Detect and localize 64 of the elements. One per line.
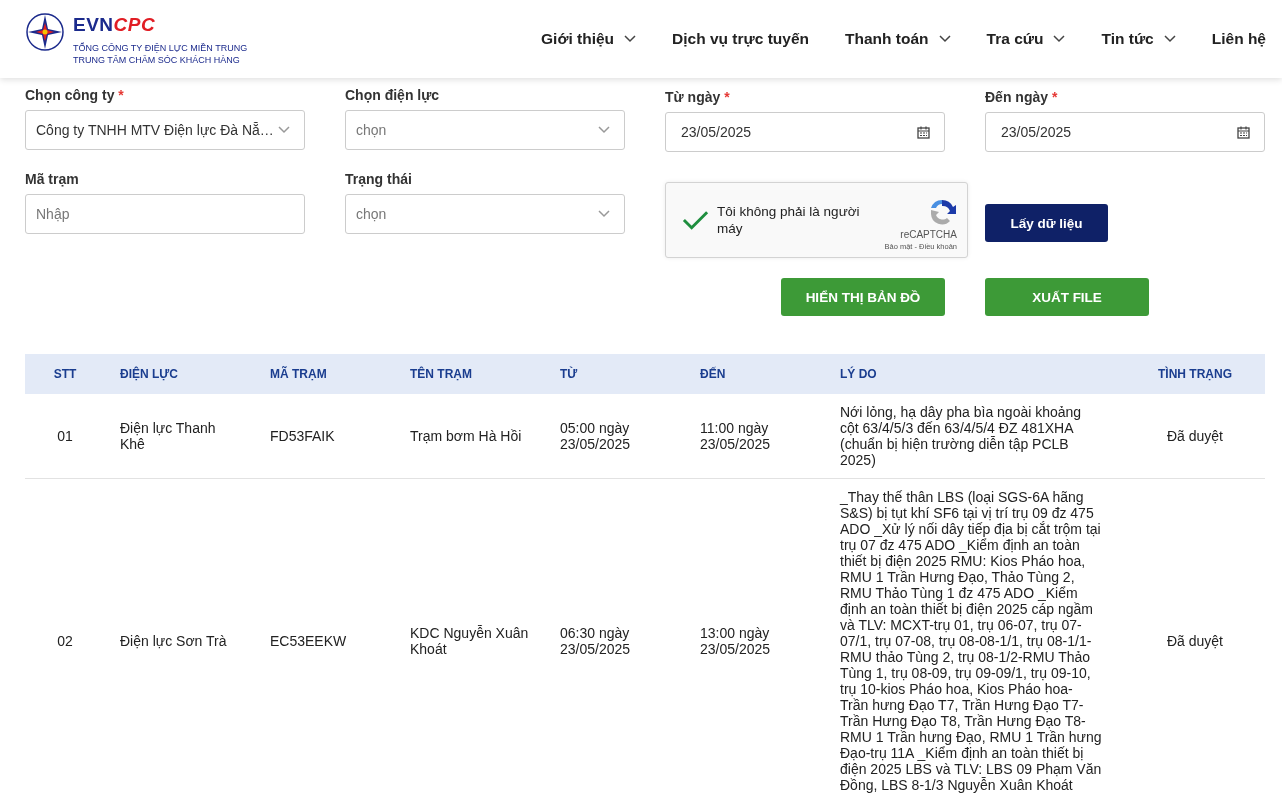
nav-link[interactable]: Tra cứu (968, 30, 1084, 48)
required-mark: * (1051, 89, 1058, 105)
column-header: TÌNH TRẠNG (1125, 354, 1265, 394)
chevron-down-icon (598, 210, 610, 218)
action-button[interactable]: XUẤT FILE (985, 278, 1149, 316)
field-label: Từ ngày (665, 89, 721, 105)
table-cell: FD53FAIK (255, 394, 395, 479)
nav-link[interactable]: Dịch vụ trực tuyến (654, 30, 828, 48)
chevron-down-icon (598, 126, 610, 134)
table-cell: Điện lực Sơn Trà (105, 478, 255, 796)
table-cell: _Thay thế thân LBS (loại SGS-6A hãng S&S) bị tụt khí SF6 tại vị trí trụ 09 đz 475 ADO _Xử lý nối dây tiếp địa bị cắt trộm tại trụ 07 đz 475 ADO _Kiểm định an toàn thiết bị điện 2025 RMU: Kios Pháo hoa, RMU 1 Trần Hưng Đạo, Thảo Tùng 2, RMU Thảo Tùng 1 đz 475 ADO _Kiểm định an toàn thiết bị điện 2025 cáp ngầm và TLV: MCXT-trụ 01, trụ 06-07, trụ 07-07/1, trụ 07-08, trụ 08-08-1/1, trụ 08-1/1-RMU thảo Tùng 2, trụ 08-1/2-RMU Thảo Tùng 1, trụ 08-09, trụ 09-09/1, trụ 09-10, trụ 10-kios Pháo hoa, Kios Pháo hoa- Trần hưng Đạo T7, Trần Hưng Đạo T7- Trần Hưng Đạo T8, Trần Hưng Đạo T8-RMU 1 Trần hưng Đạo, RMU 1 Trần hưng Đạo-trụ 11A _Kiểm định an toàn thiết bị điện 2025 LBS và TLV: LBS 09 Phạm Văn Đồng, LBS 8-1/3 Nguyễn Xuân Khoát (825, 478, 1125, 796)
required-mark: * (118, 87, 124, 103)
table-cell: 01 (25, 394, 105, 479)
chevron-down-icon (938, 35, 951, 43)
table-cell: 06:30 ngày 23/05/2025 (545, 478, 685, 796)
chevron-down-icon (624, 35, 637, 43)
table-cell: 05:00 ngày 23/05/2025 (545, 394, 685, 479)
table-cell: Đã duyệt (1125, 394, 1265, 479)
star-logo-icon (25, 12, 65, 52)
column-header: LÝ DO (825, 354, 1125, 394)
nav-link[interactable]: Thanh toán (827, 30, 969, 48)
date-field[interactable]: 23/05/2025 (665, 112, 945, 152)
nav-link[interactable]: Giới thiệu (523, 30, 655, 48)
chevron-down-icon (278, 126, 290, 134)
calendar-icon (1237, 125, 1250, 139)
calendar-icon (917, 125, 930, 139)
brand-name: EVNCPC (73, 14, 157, 36)
action-button[interactable]: Lấy dữ liệu (985, 204, 1108, 242)
field-label: Mã trạm (25, 171, 79, 187)
select-field[interactable]: chọn (345, 110, 625, 150)
checkmark-icon[interactable] (682, 209, 710, 231)
table-cell: Điện lực Thanh Khê (105, 394, 255, 479)
column-header: ĐẾN (685, 354, 825, 394)
table-cell: Trạm bơm Hà Hồi (395, 394, 545, 479)
column-header: TỪ (545, 354, 685, 394)
field-label: Chọn điện lực (345, 87, 440, 103)
company-name: TỔNG CÔNG TY ĐIỆN LỰC MIỀN TRUNG (73, 42, 248, 54)
column-header: STT (25, 354, 105, 394)
select-field[interactable]: chọn (345, 194, 625, 234)
select-field[interactable]: Công ty TNHH MTV Điện lực Đà Nẵ… (25, 110, 305, 150)
column-header: TÊN TRẠM (395, 354, 545, 394)
table-cell: 13:00 ngày 23/05/2025 (685, 478, 825, 796)
field-label: Chọn công ty (25, 87, 115, 103)
input-field[interactable]: Nhập (25, 194, 305, 234)
required-mark: * (724, 89, 730, 105)
recaptcha-brand: reCAPTCHA (900, 229, 957, 240)
column-header: ĐIỆN LỰC (105, 354, 255, 394)
table-cell: KDC Nguyễn Xuân Khoát (395, 478, 545, 796)
date-field[interactable]: 23/05/2025 (985, 112, 1265, 152)
table-cell: 02 (25, 478, 105, 796)
nav-link[interactable]: Liên hệ (1193, 30, 1266, 48)
field-label: Đến ngày (985, 89, 1048, 105)
chevron-down-icon (1163, 35, 1176, 43)
captcha-label: Tôi không phải là người máy (717, 203, 861, 237)
action-button[interactable]: HIỂN THỊ BẢN ĐỒ (781, 278, 945, 316)
table-cell: Nới lỏng, hạ dây pha bìa ngoài khoảng cột 63/4/5/3 đến 63/4/5/4 ĐZ 481XHA (chuẩn bị hiện trường diễn tập PCLB 2025) (825, 394, 1125, 479)
company-subtitle: TRUNG TÂM CHĂM SÓC KHÁCH HÀNG (73, 54, 241, 66)
column-header: MÃ TRẠM (255, 354, 395, 394)
table-cell: Đã duyệt (1125, 478, 1265, 796)
nav-link[interactable]: Tin tức (1083, 30, 1194, 48)
table-cell: 11:00 ngày 23/05/2025 (685, 394, 825, 479)
table-cell: EC53EEKW (255, 478, 395, 796)
field-label: Trạng thái (345, 171, 412, 187)
chevron-down-icon (1053, 35, 1066, 43)
